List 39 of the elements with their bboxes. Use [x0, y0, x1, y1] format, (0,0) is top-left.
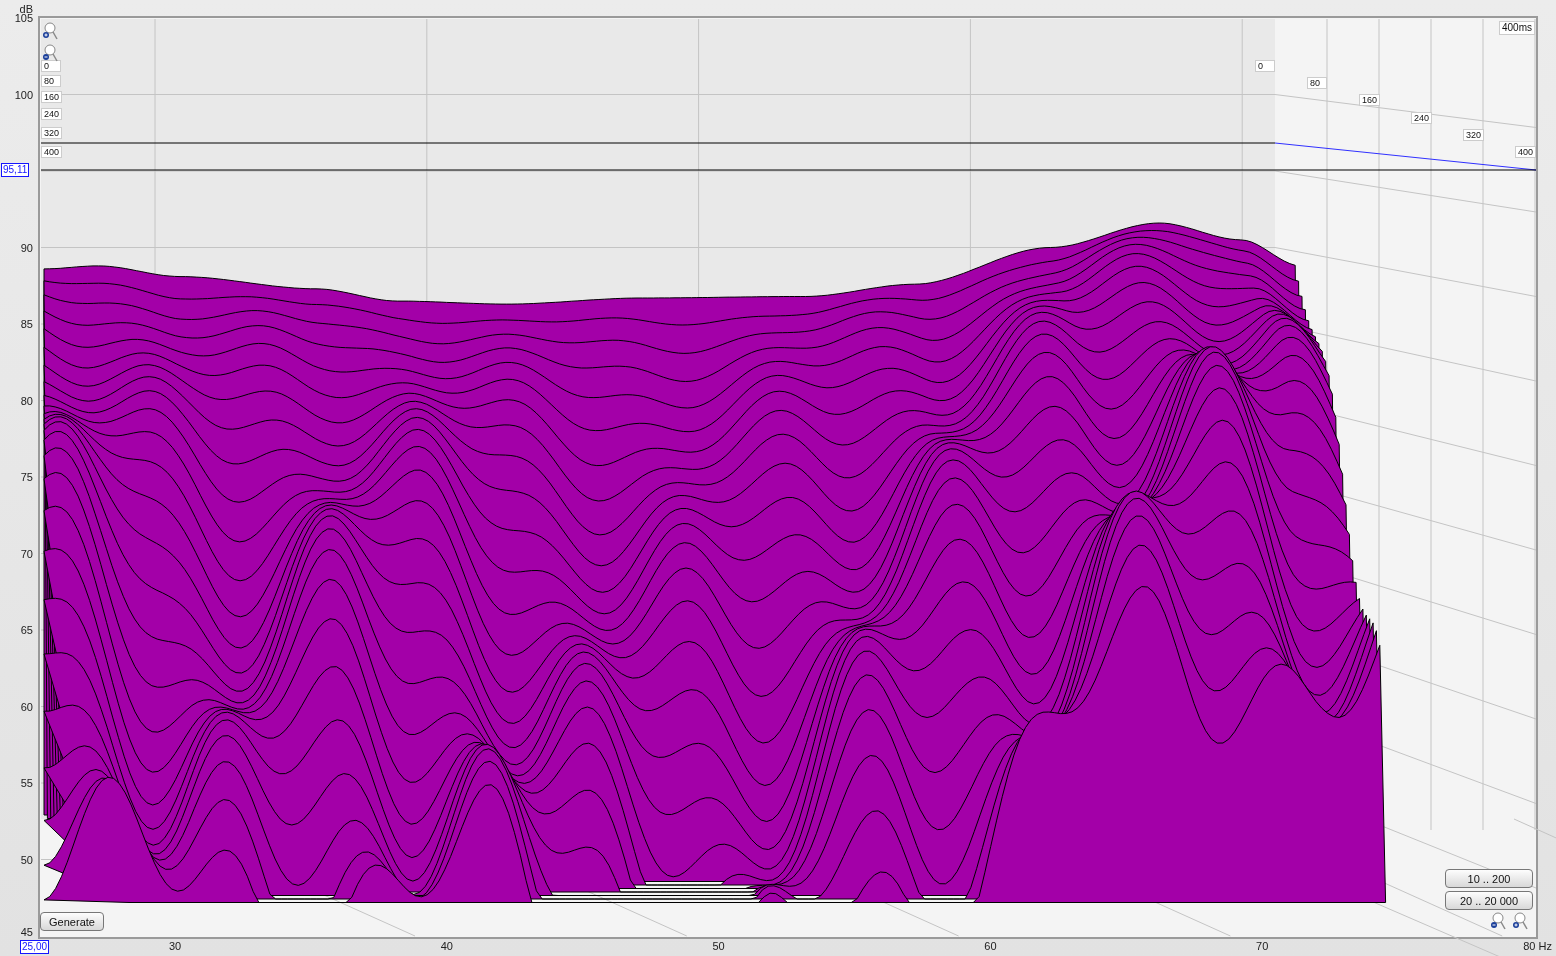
range-button[interactable]: 20 .. 20 000 — [1445, 891, 1533, 910]
zoom-out-icon[interactable] — [1490, 912, 1506, 930]
x-tick-label: 80 Hz — [1523, 940, 1552, 952]
y-tick-label: 60 — [20, 700, 33, 713]
cursor-value: 95,11 — [1, 163, 30, 177]
x-tick-label: 50 — [712, 940, 725, 952]
range-button[interactable]: 10 .. 200 — [1445, 869, 1533, 888]
time-label: 0 — [41, 60, 61, 72]
time-label: 0 — [1255, 60, 1275, 72]
time-span-label: 400ms — [1499, 21, 1535, 35]
cursor-value: 25,00 — [20, 940, 50, 954]
y-tick-label: 75 — [20, 471, 33, 483]
zoom-in-icon[interactable] — [42, 22, 58, 40]
time-label: 80 — [1307, 77, 1327, 90]
y-tick-label: 90 — [20, 241, 33, 254]
y-tick-label: 65 — [20, 624, 33, 636]
time-label: 400 — [1515, 146, 1537, 158]
x-tick-label: 40 — [440, 940, 453, 952]
zoom-out-icon[interactable] — [42, 44, 58, 62]
generate-button[interactable]: Generate — [40, 912, 104, 931]
time-label: 80 — [41, 75, 61, 87]
y-tick-label: 50 — [20, 853, 33, 866]
x-tick-label: 30 — [168, 940, 182, 952]
time-label: 160 — [41, 91, 63, 103]
x-tick-label: 60 — [984, 940, 997, 952]
time-label: 160 — [1359, 94, 1381, 107]
y-tick-label: 45 — [20, 926, 33, 938]
time-label: 400 — [41, 146, 63, 158]
y-axis-unit: dB — [19, 3, 33, 15]
y-tick-label: 55 — [20, 777, 33, 789]
y-tick-label: 105 — [14, 12, 33, 24]
y-tick-label: 70 — [20, 547, 33, 560]
zoom-in-icon[interactable] — [1512, 912, 1528, 930]
x-tick-label: 70 — [1256, 940, 1269, 952]
y-tick-label: 85 — [20, 318, 33, 330]
time-label: 240 — [41, 108, 63, 120]
y-tick-label: 80 — [20, 394, 33, 407]
y-tick-label: 100 — [14, 88, 33, 101]
time-label: 320 — [41, 127, 63, 139]
